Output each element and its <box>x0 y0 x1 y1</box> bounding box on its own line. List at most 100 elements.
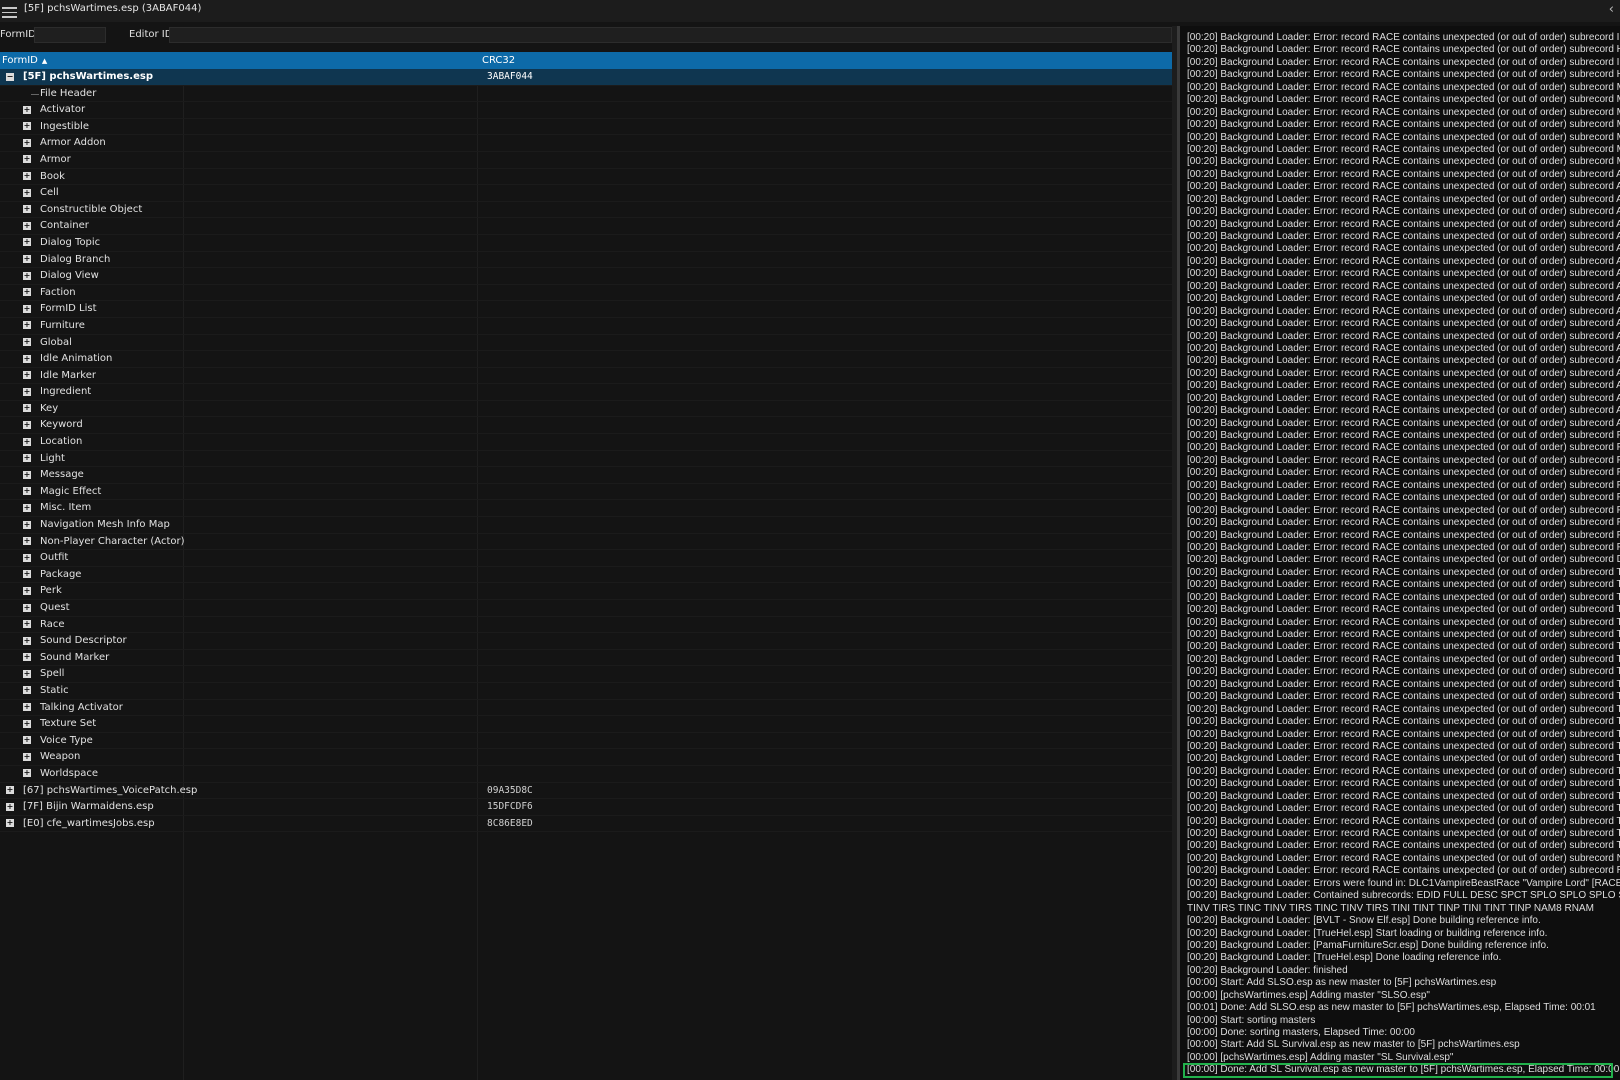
tree-row-selected-plugin[interactable]: − [5F] pchsWartimes.esp 3ABAF044 <box>0 69 1172 86</box>
expand-icon[interactable]: + <box>23 255 31 264</box>
tree-row-group[interactable]: + Ingestible <box>0 119 1172 136</box>
expand-icon[interactable]: + <box>23 188 31 197</box>
hamburger-menu-icon[interactable] <box>2 4 17 18</box>
expand-icon[interactable]: + <box>23 570 31 579</box>
tree-row-group[interactable]: + Sound Descriptor <box>0 633 1172 650</box>
formid-filter-input[interactable] <box>34 27 106 43</box>
expand-icon[interactable]: + <box>23 470 31 479</box>
tree-row-group[interactable]: + Armor Addon <box>0 135 1172 152</box>
expand-icon[interactable]: + <box>23 719 31 728</box>
expand-icon[interactable]: + <box>23 404 31 413</box>
expand-icon[interactable]: + <box>23 437 31 446</box>
expand-icon[interactable]: + <box>23 636 31 645</box>
editorid-filter-input[interactable] <box>169 27 1172 43</box>
tree-row-group[interactable]: + Quest <box>0 600 1172 617</box>
tree-row-group[interactable]: + Idle Marker <box>0 368 1172 385</box>
tree-row-group[interactable]: + Spell <box>0 666 1172 683</box>
expand-icon[interactable]: + <box>23 586 31 595</box>
tree-row-group[interactable]: + Navigation Mesh Info Map <box>0 517 1172 534</box>
expand-icon[interactable]: + <box>6 802 14 811</box>
expand-icon[interactable]: + <box>23 653 31 662</box>
tree-row-plugin[interactable]: + [E0] cfe_wartimesJobs.esp 8C86E8ED <box>0 816 1172 833</box>
tree-row-group[interactable]: + Dialog Branch <box>0 252 1172 269</box>
expand-icon[interactable]: + <box>23 288 31 297</box>
expand-icon[interactable]: + <box>23 703 31 712</box>
expand-icon[interactable]: + <box>23 105 31 114</box>
expand-icon[interactable]: + <box>6 786 14 795</box>
expand-icon[interactable]: + <box>23 553 31 562</box>
expand-icon[interactable]: + <box>23 603 31 612</box>
tree-row-group[interactable]: + Constructible Object <box>0 202 1172 219</box>
tree-row-group[interactable]: + Location <box>0 434 1172 451</box>
tree-row-group[interactable]: + Idle Animation <box>0 351 1172 368</box>
expand-icon[interactable]: + <box>23 387 31 396</box>
tree-row-group[interactable]: + Non-Player Character (Actor) <box>0 534 1172 551</box>
expand-icon[interactable]: + <box>23 454 31 463</box>
expand-icon[interactable]: + <box>23 155 31 164</box>
expand-icon[interactable]: + <box>23 669 31 678</box>
tree-row-group[interactable]: + Key <box>0 401 1172 418</box>
expand-icon[interactable]: + <box>23 537 31 546</box>
expand-icon[interactable]: + <box>23 520 31 529</box>
expand-icon[interactable]: + <box>23 354 31 363</box>
tree-row-group[interactable]: + Misc. Item <box>0 500 1172 518</box>
expand-icon[interactable]: + <box>23 420 31 429</box>
formid-column-header[interactable]: FormID ▲ <box>2 55 47 66</box>
crc32-column-header[interactable]: CRC32 <box>482 55 515 66</box>
tree-row-group[interactable]: + Talking Activator <box>0 700 1172 717</box>
expand-icon[interactable]: + <box>23 205 31 214</box>
tree-row-group[interactable]: + Armor <box>0 152 1172 169</box>
tree-row-group[interactable]: + Sound Marker <box>0 650 1172 667</box>
expand-icon[interactable]: + <box>23 487 31 496</box>
expand-icon[interactable]: + <box>6 819 14 828</box>
tree-row-group[interactable]: + Keyword <box>0 417 1172 435</box>
tree-row-file-header[interactable]: File Header <box>0 86 1172 103</box>
tree-row-group[interactable]: + Book <box>0 169 1172 186</box>
expand-icon[interactable]: + <box>23 238 31 247</box>
tree-row-plugin[interactable]: + [67] pchsWartimes_VoicePatch.esp 09A35D8… <box>0 783 1172 800</box>
tree-row-group[interactable]: + Dialog View <box>0 268 1172 285</box>
tree-row-group[interactable]: + Outfit <box>0 550 1172 567</box>
tree-row-group[interactable]: + Package <box>0 567 1172 584</box>
tree-row-group[interactable]: + Faction <box>0 285 1172 302</box>
expand-icon[interactable]: + <box>23 620 31 629</box>
expand-icon[interactable]: + <box>23 769 31 778</box>
tree-row-group[interactable]: + Furniture <box>0 318 1172 335</box>
tree-row-group[interactable]: + Global <box>0 335 1172 352</box>
tree-row-group[interactable]: + Magic Effect <box>0 484 1172 501</box>
tree-row-group[interactable]: + Race <box>0 617 1172 634</box>
expand-icon[interactable]: + <box>23 271 31 280</box>
expand-icon[interactable]: + <box>23 503 31 512</box>
expand-icon[interactable]: + <box>23 686 31 695</box>
tree-row-group[interactable]: + Weapon <box>0 749 1172 766</box>
expand-icon[interactable]: + <box>23 138 31 147</box>
tree-row-group[interactable]: + Perk <box>0 583 1172 600</box>
tree-row-group[interactable]: + Static <box>0 683 1172 700</box>
expand-icon[interactable]: + <box>23 338 31 346</box>
expand-icon[interactable]: + <box>23 736 31 745</box>
expand-icon[interactable]: + <box>23 371 31 380</box>
tree-row-group[interactable]: + Cell <box>0 185 1172 202</box>
expand-icon[interactable]: + <box>23 304 31 313</box>
tree-row-group[interactable]: + FormID List <box>0 301 1172 318</box>
expand-icon[interactable]: + <box>23 321 31 330</box>
tree-row-group[interactable]: + Ingredient <box>0 384 1172 401</box>
expand-icon[interactable]: + <box>23 172 31 181</box>
expand-icon[interactable]: + <box>23 752 31 761</box>
tree-row-group[interactable]: + Worldspace <box>0 766 1172 783</box>
log-line: [00:20] Background Loader: Error: record… <box>1187 704 1620 716</box>
tree-row-group[interactable]: + Light <box>0 451 1172 468</box>
tree-row-group[interactable]: + Texture Set <box>0 716 1172 733</box>
collapse-icon[interactable]: − <box>6 72 14 81</box>
tree-row-group[interactable]: + Voice Type <box>0 733 1172 750</box>
tree-row-group[interactable]: + Message <box>0 467 1172 484</box>
log-line: TINV TIRS TINC TINV TIRS TINC TINV TIRS … <box>1187 903 1620 915</box>
tree-row-group[interactable]: + Activator <box>0 102 1172 119</box>
collapse-arrow-icon[interactable]: ‹ <box>1609 2 1614 17</box>
log-text: [00:20] Background Loader: Error: record… <box>1187 554 1620 566</box>
tree-row-group[interactable]: + Container <box>0 218 1172 235</box>
tree-row-plugin[interactable]: + [7F] Bijin Warmaidens.esp 15DFCDF6 <box>0 799 1172 816</box>
expand-icon[interactable]: + <box>23 221 31 230</box>
expand-icon[interactable]: + <box>23 122 31 131</box>
tree-row-group[interactable]: + Dialog Topic <box>0 235 1172 252</box>
